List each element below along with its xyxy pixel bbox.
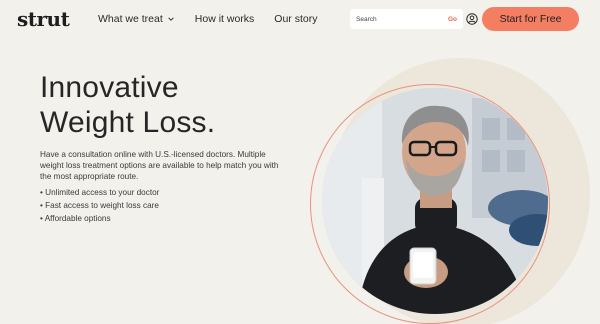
main-nav: What we treat How it works Our story <box>98 13 337 25</box>
hero-title-line: Innovative <box>40 71 179 104</box>
nav-item-label: Our story <box>274 13 318 25</box>
nav-item-label: How it works <box>194 13 255 25</box>
user-circle-icon[interactable] <box>466 13 478 25</box>
hero-title: Innovative Weight Loss. <box>40 70 300 140</box>
search-go-button[interactable]: Go <box>448 16 457 23</box>
nav-item-what-we-treat[interactable]: What we treat <box>98 13 175 25</box>
list-item: Fast access to weight loss care <box>40 200 290 213</box>
hero-description: Have a consultation online with U.S.-lic… <box>40 150 279 181</box>
site-header: strut What we treat How it works Our sto… <box>0 0 600 38</box>
nav-item-our-story[interactable]: Our story <box>274 13 317 25</box>
strut-logo[interactable]: strut <box>17 7 70 31</box>
nav-item-how-it-works[interactable]: How it works <box>195 13 255 25</box>
hero-photo-man-with-phone <box>322 88 548 314</box>
search-input[interactable] <box>356 15 442 23</box>
nav-item-label: What we treat <box>98 13 163 25</box>
benefits-list: Unlimited access to your doctor Fast acc… <box>40 187 290 225</box>
list-item: Unlimited access to your doctor <box>40 187 290 200</box>
hero-title-line: Weight Loss. <box>40 106 216 139</box>
search-box: Go <box>350 9 463 29</box>
start-for-free-button[interactable]: Start for Free <box>482 7 579 31</box>
chevron-down-icon <box>168 17 174 21</box>
list-item: Affordable options <box>40 213 290 226</box>
